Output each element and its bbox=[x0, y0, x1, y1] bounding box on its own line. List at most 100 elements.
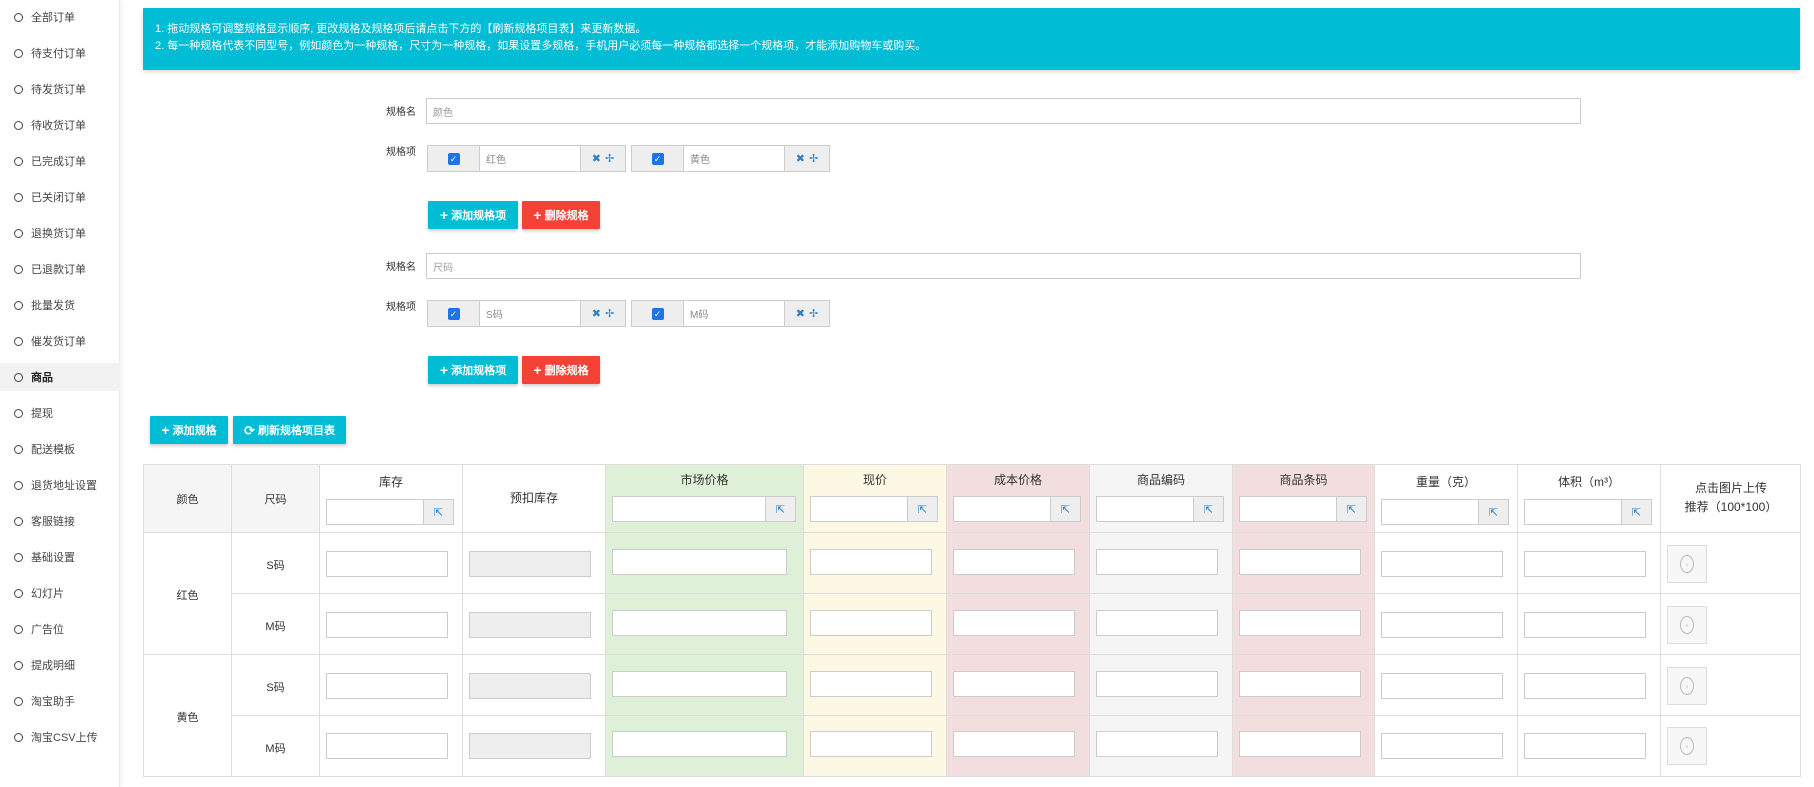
sidebar-item-slideshow[interactable]: 幻灯片 bbox=[0, 579, 120, 607]
sidebar-item-taobao-csv[interactable]: 淘宝CSV上传 bbox=[0, 723, 120, 751]
cost-price-input[interactable] bbox=[953, 610, 1075, 636]
image-upload[interactable]: ◦ bbox=[1667, 727, 1707, 765]
current-price-input[interactable] bbox=[810, 610, 932, 636]
sidebar-item-withdraw[interactable]: 提现 bbox=[0, 399, 120, 427]
batch-current-price-input[interactable]: ⇱ bbox=[810, 496, 938, 522]
apply-icon[interactable]: ⇱ bbox=[423, 500, 453, 524]
close-icon[interactable]: ✖ bbox=[592, 152, 601, 165]
market-price-input[interactable] bbox=[612, 549, 787, 575]
apply-icon[interactable]: ⇱ bbox=[1193, 497, 1223, 521]
batch-weight-input[interactable]: ⇱ bbox=[1381, 499, 1509, 525]
barcode-input[interactable] bbox=[1239, 671, 1361, 697]
image-upload[interactable]: ◦ bbox=[1667, 667, 1707, 705]
product-code-input[interactable] bbox=[1096, 549, 1218, 575]
sidebar-item-to-receive[interactable]: 待收货订单 bbox=[0, 111, 120, 139]
sidebar-item-basic-settings[interactable]: 基础设置 bbox=[0, 543, 120, 571]
stock-input[interactable] bbox=[326, 673, 448, 699]
sidebar-item-refunded[interactable]: 已退款订单 bbox=[0, 255, 120, 283]
spec-item-checkbox[interactable]: ✓ bbox=[447, 307, 460, 320]
volume-input[interactable] bbox=[1524, 673, 1646, 699]
spec-item-input[interactable]: 黄色 bbox=[684, 146, 785, 171]
cost-price-input[interactable] bbox=[953, 731, 1075, 757]
sidebar-item-completed[interactable]: 已完成订单 bbox=[0, 147, 120, 175]
current-price-input[interactable] bbox=[810, 731, 932, 757]
add-spec-button[interactable]: + 添加规格 bbox=[150, 416, 228, 444]
sidebar-item-urge-ship[interactable]: 催发货订单 bbox=[0, 327, 120, 355]
batch-market-price-input[interactable]: ⇱ bbox=[612, 496, 796, 522]
batch-barcode-input[interactable]: ⇱ bbox=[1239, 496, 1367, 522]
close-icon[interactable]: ✖ bbox=[592, 307, 601, 320]
move-icon[interactable]: ✢ bbox=[605, 152, 614, 165]
apply-icon[interactable]: ⇱ bbox=[1050, 497, 1080, 521]
apply-icon[interactable]: ⇱ bbox=[907, 497, 937, 521]
apply-icon[interactable]: ⇱ bbox=[1621, 500, 1651, 524]
batch-stock-input[interactable]: ⇱ bbox=[326, 499, 454, 525]
stock-input[interactable] bbox=[326, 551, 448, 577]
batch-cost-price-input[interactable]: ⇱ bbox=[953, 496, 1081, 522]
weight-input[interactable] bbox=[1381, 612, 1503, 638]
spec-item-input[interactable]: S码 bbox=[480, 301, 581, 326]
weight-input[interactable] bbox=[1381, 733, 1503, 759]
volume-input[interactable] bbox=[1524, 733, 1646, 759]
sidebar-item-products[interactable]: 商品 bbox=[0, 363, 120, 391]
add-spec-item-button[interactable]: + 添加规格项 bbox=[428, 201, 518, 229]
market-price-input[interactable] bbox=[612, 671, 787, 697]
spec-item-checkbox[interactable]: ✓ bbox=[651, 307, 664, 320]
stock-input[interactable] bbox=[326, 733, 448, 759]
close-icon[interactable]: ✖ bbox=[796, 152, 805, 165]
spec-name-input[interactable]: 尺码 bbox=[426, 253, 1581, 279]
move-icon[interactable]: ✢ bbox=[809, 307, 818, 320]
current-price-input[interactable] bbox=[810, 549, 932, 575]
circle-icon bbox=[14, 660, 23, 670]
market-price-input[interactable] bbox=[612, 610, 787, 636]
delete-spec-button[interactable]: + 删除规格 bbox=[522, 201, 600, 229]
weight-input[interactable] bbox=[1381, 551, 1503, 577]
barcode-input[interactable] bbox=[1239, 731, 1361, 757]
sidebar-item-commission[interactable]: 提成明细 bbox=[0, 651, 120, 679]
spec-item-checkbox[interactable]: ✓ bbox=[447, 152, 460, 165]
image-placeholder-icon: ◦ bbox=[1680, 555, 1694, 573]
sidebar-item-shipping-template[interactable]: 配送模板 bbox=[0, 435, 120, 463]
batch-product-code-input[interactable]: ⇱ bbox=[1096, 496, 1224, 522]
sidebar: 全部订单 待支付订单 待发货订单 待收货订单 已完成订单 已关闭订单 退换货订单… bbox=[0, 0, 120, 787]
apply-icon[interactable]: ⇱ bbox=[1336, 497, 1366, 521]
move-icon[interactable]: ✢ bbox=[809, 152, 818, 165]
apply-icon[interactable]: ⇱ bbox=[765, 497, 795, 521]
close-icon[interactable]: ✖ bbox=[796, 307, 805, 320]
sidebar-item-batch-ship[interactable]: 批量发货 bbox=[0, 291, 120, 319]
barcode-input[interactable] bbox=[1239, 549, 1361, 575]
spec-name-input[interactable]: 颜色 bbox=[426, 98, 1581, 124]
delete-spec-button[interactable]: + 删除规格 bbox=[522, 356, 600, 384]
spec-item-checkbox[interactable]: ✓ bbox=[651, 152, 664, 165]
move-icon[interactable]: ✢ bbox=[605, 307, 614, 320]
sidebar-item-to-ship[interactable]: 待发货订单 bbox=[0, 75, 120, 103]
product-code-input[interactable] bbox=[1096, 610, 1218, 636]
sidebar-item-closed[interactable]: 已关闭订单 bbox=[0, 183, 120, 211]
image-upload[interactable]: ◦ bbox=[1667, 545, 1707, 583]
sidebar-item-unpaid[interactable]: 待支付订单 bbox=[0, 39, 120, 67]
volume-input[interactable] bbox=[1524, 551, 1646, 577]
weight-input[interactable] bbox=[1381, 673, 1503, 699]
barcode-input[interactable] bbox=[1239, 610, 1361, 636]
product-code-input[interactable] bbox=[1096, 731, 1218, 757]
spec-item-input[interactable]: M码 bbox=[684, 301, 785, 326]
sidebar-item-all-orders[interactable]: 全部订单 bbox=[0, 3, 120, 31]
add-spec-item-button[interactable]: + 添加规格项 bbox=[428, 356, 518, 384]
cost-price-input[interactable] bbox=[953, 549, 1075, 575]
volume-input[interactable] bbox=[1524, 612, 1646, 638]
current-price-input[interactable] bbox=[810, 671, 932, 697]
apply-icon[interactable]: ⇱ bbox=[1478, 500, 1508, 524]
sidebar-item-service-link[interactable]: 客服链接 bbox=[0, 507, 120, 535]
cost-price-input[interactable] bbox=[953, 671, 1075, 697]
stock-input[interactable] bbox=[326, 612, 448, 638]
sidebar-item-return-address[interactable]: 退货地址设置 bbox=[0, 471, 120, 499]
image-upload[interactable]: ◦ bbox=[1667, 606, 1707, 644]
sidebar-item-taobao-helper[interactable]: 淘宝助手 bbox=[0, 687, 120, 715]
refresh-spec-table-button[interactable]: ⟳ 刷新规格项目表 bbox=[233, 416, 346, 444]
spec-item-input[interactable]: 红色 bbox=[480, 146, 581, 171]
product-code-input[interactable] bbox=[1096, 671, 1218, 697]
market-price-input[interactable] bbox=[612, 731, 787, 757]
sidebar-item-ad-slot[interactable]: 广告位 bbox=[0, 615, 120, 643]
batch-volume-input[interactable]: ⇱ bbox=[1524, 499, 1652, 525]
sidebar-item-returns[interactable]: 退换货订单 bbox=[0, 219, 120, 247]
